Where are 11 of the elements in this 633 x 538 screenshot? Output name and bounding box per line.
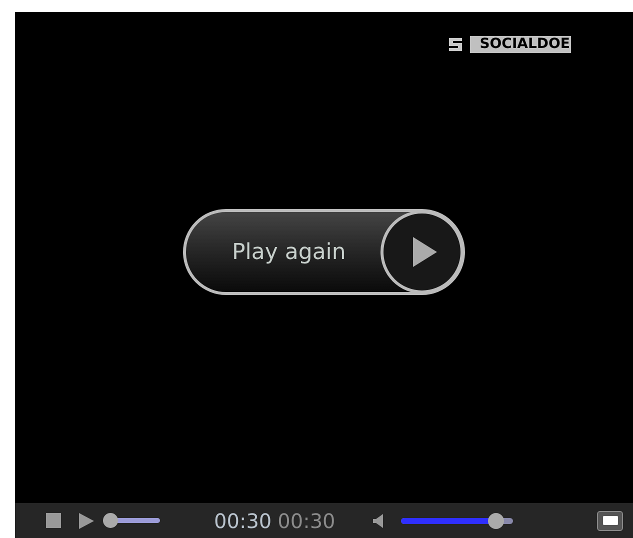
fullscreen-button[interactable] [597, 510, 623, 530]
elapsed-time: 00:30 [214, 508, 272, 534]
play-icon [379, 209, 465, 295]
duration-time: 00:30 [278, 508, 336, 534]
progress-thumb[interactable] [102, 513, 118, 528]
volume-thumb[interactable] [488, 512, 504, 528]
play-again-button[interactable]: Play again [183, 209, 465, 295]
fullscreen-icon [602, 516, 618, 525]
logo-text: SOCIALDOE [470, 36, 571, 53]
speaker-icon[interactable] [373, 514, 384, 528]
play-icon[interactable] [78, 512, 94, 528]
